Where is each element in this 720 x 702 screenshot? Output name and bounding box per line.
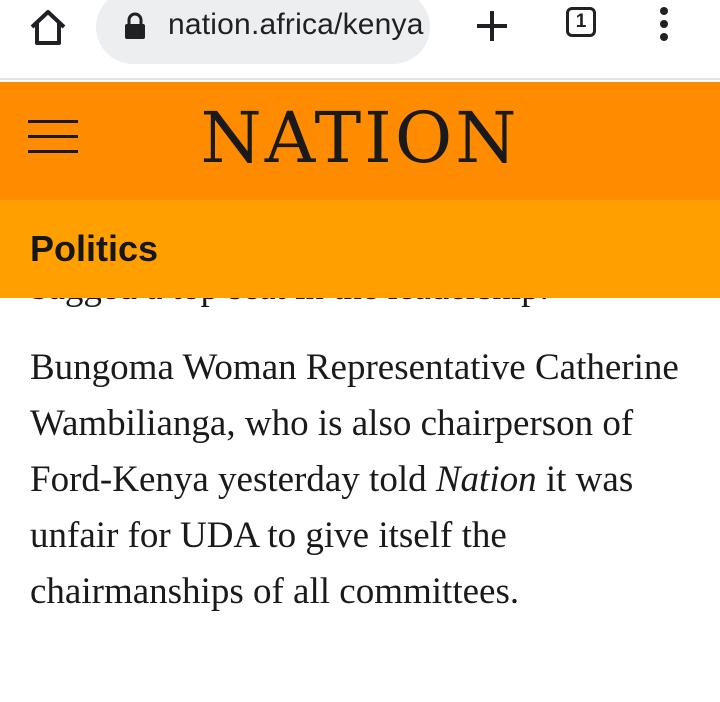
publication-name: Nation [435,459,537,500]
new-tab-button[interactable] [470,4,514,48]
section-title[interactable]: Politics [30,228,158,270]
more-vert-icon [660,7,668,41]
lock-icon [125,12,145,39]
article-body: bagged a top seat in the leadership. Bun… [30,260,710,620]
toolbar-divider [0,78,720,80]
article-paragraph: Bungoma Woman Representative Catherine W… [30,316,710,620]
plus-icon [477,11,507,41]
tab-switcher-button[interactable]: 1 [566,7,596,37]
site-header: NATION [0,82,720,200]
home-button[interactable] [26,5,70,49]
hamburger-line [28,150,78,153]
hamburger-line [28,120,78,123]
browser-toolbar: nation.africa/kenya 1 [0,0,720,80]
section-bar: Politics [0,200,720,298]
home-icon [30,10,66,45]
menu-button[interactable] [28,120,78,160]
nation-logo[interactable]: NATION [200,98,520,178]
browser-menu-button[interactable] [650,4,678,48]
hamburger-line [28,135,78,138]
address-bar[interactable]: nation.africa/kenya [96,0,430,64]
url-text: nation.africa/kenya [168,8,424,41]
